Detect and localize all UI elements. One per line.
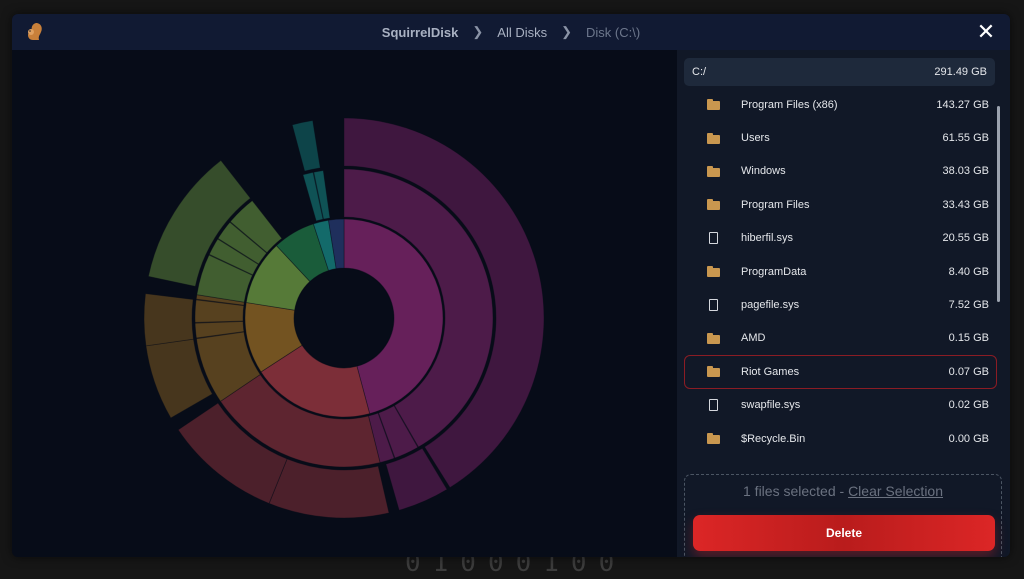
- list-item[interactable]: Program Files 33.43 GB: [684, 188, 997, 221]
- list-item[interactable]: Program Files (x86) 143.27 GB: [684, 88, 997, 121]
- item-size: 0.07 GB: [948, 365, 989, 378]
- list-item[interactable]: AMD 0.15 GB: [684, 322, 997, 355]
- folder-icon: [705, 332, 721, 344]
- folder-icon: [705, 199, 721, 211]
- folder-icon: [705, 99, 721, 111]
- sunburst-center[interactable]: [295, 269, 393, 367]
- item-size: 0.00 GB: [948, 432, 989, 445]
- folder-icon: [705, 132, 721, 144]
- item-name: pagefile.sys: [741, 299, 800, 312]
- item-size: 33.43 GB: [942, 198, 989, 211]
- scrollbar[interactable]: [997, 106, 1000, 302]
- list-item[interactable]: $Recycle.Bin 0.00 GB: [684, 422, 997, 455]
- file-icon: [705, 299, 721, 312]
- root-name: C:/: [692, 66, 707, 78]
- delete-button[interactable]: Delete: [693, 515, 995, 551]
- chevron-right-icon: ❯: [561, 24, 573, 39]
- close-icon[interactable]: ✕: [974, 20, 998, 44]
- list-item[interactable]: ProgramData 8.40 GB: [684, 255, 997, 288]
- item-name: Windows: [741, 165, 786, 178]
- item-size: 0.02 GB: [948, 399, 989, 412]
- item-size: 61.55 GB: [942, 132, 989, 145]
- list-item[interactable]: Windows 38.03 GB: [684, 155, 997, 188]
- item-size: 7.52 GB: [948, 299, 989, 312]
- root-size: 291.49 GB: [934, 66, 987, 78]
- list-item[interactable]: Users 61.55 GB: [684, 121, 997, 154]
- app-window: SquirrelDisk ❯ All Disks ❯ Disk (C:\) ✕ …: [12, 14, 1010, 557]
- item-size: 8.40 GB: [948, 265, 989, 278]
- chevron-right-icon: ❯: [472, 24, 484, 39]
- breadcrumb: SquirrelDisk ❯ All Disks ❯ Disk (C:\): [12, 14, 1010, 50]
- file-icon: [705, 232, 721, 245]
- item-size: 38.03 GB: [942, 165, 989, 178]
- clear-selection-link[interactable]: Clear Selection: [848, 483, 943, 499]
- item-name: Program Files: [741, 198, 810, 211]
- sunburst-segment-ring2[interactable]: [302, 169, 331, 222]
- item-size: 143.27 GB: [936, 98, 989, 111]
- item-size: 20.55 GB: [942, 232, 989, 245]
- item-name: swapfile.sys: [741, 399, 801, 412]
- item-name: $Recycle.Bin: [741, 432, 806, 445]
- file-panel: C:/ 291.49 GB Program Files (x86) 143.27…: [677, 50, 1010, 557]
- item-name: Users: [741, 132, 770, 145]
- breadcrumb-app[interactable]: SquirrelDisk: [382, 25, 459, 40]
- sunburst-segment-ring3[interactable]: [143, 293, 194, 347]
- file-list: Program Files (x86) 143.27 GB Users 61.5…: [684, 88, 997, 455]
- list-item[interactable]: swapfile.sys 0.02 GB: [684, 389, 997, 422]
- sunburst-svg: [143, 117, 545, 519]
- sunburst-segment-ring3[interactable]: [291, 120, 321, 172]
- list-item[interactable]: Riot Games 0.07 GB: [684, 355, 997, 389]
- folder-icon: [705, 266, 721, 278]
- item-name: Riot Games: [741, 365, 800, 378]
- list-item[interactable]: pagefile.sys 7.52 GB: [684, 288, 997, 321]
- selection-count: 1 files selected -: [743, 483, 849, 499]
- folder-icon: [705, 433, 721, 445]
- sunburst-segment-ring3[interactable]: [268, 458, 390, 519]
- item-name: hiberfil.sys: [741, 232, 793, 245]
- selection-status: 1 files selected - Clear Selection: [685, 483, 1001, 499]
- sunburst-chart: [12, 50, 677, 557]
- breadcrumb-all-disks[interactable]: All Disks: [497, 25, 547, 40]
- item-name: Program Files (x86): [741, 98, 838, 111]
- folder-icon: [705, 165, 721, 177]
- selection-box: 1 files selected - Clear Selection Delet…: [684, 474, 1002, 557]
- list-item[interactable]: hiberfil.sys 20.55 GB: [684, 222, 997, 255]
- root-row[interactable]: C:/ 291.49 GB: [684, 58, 995, 86]
- item-size: 0.15 GB: [948, 332, 989, 345]
- breadcrumb-disk: Disk (C:\): [586, 24, 641, 40]
- folder-icon: [705, 366, 721, 378]
- item-name: AMD: [741, 332, 766, 345]
- item-name: ProgramData: [741, 265, 807, 278]
- file-icon: [705, 399, 721, 412]
- titlebar: SquirrelDisk ❯ All Disks ❯ Disk (C:\) ✕: [12, 14, 1010, 50]
